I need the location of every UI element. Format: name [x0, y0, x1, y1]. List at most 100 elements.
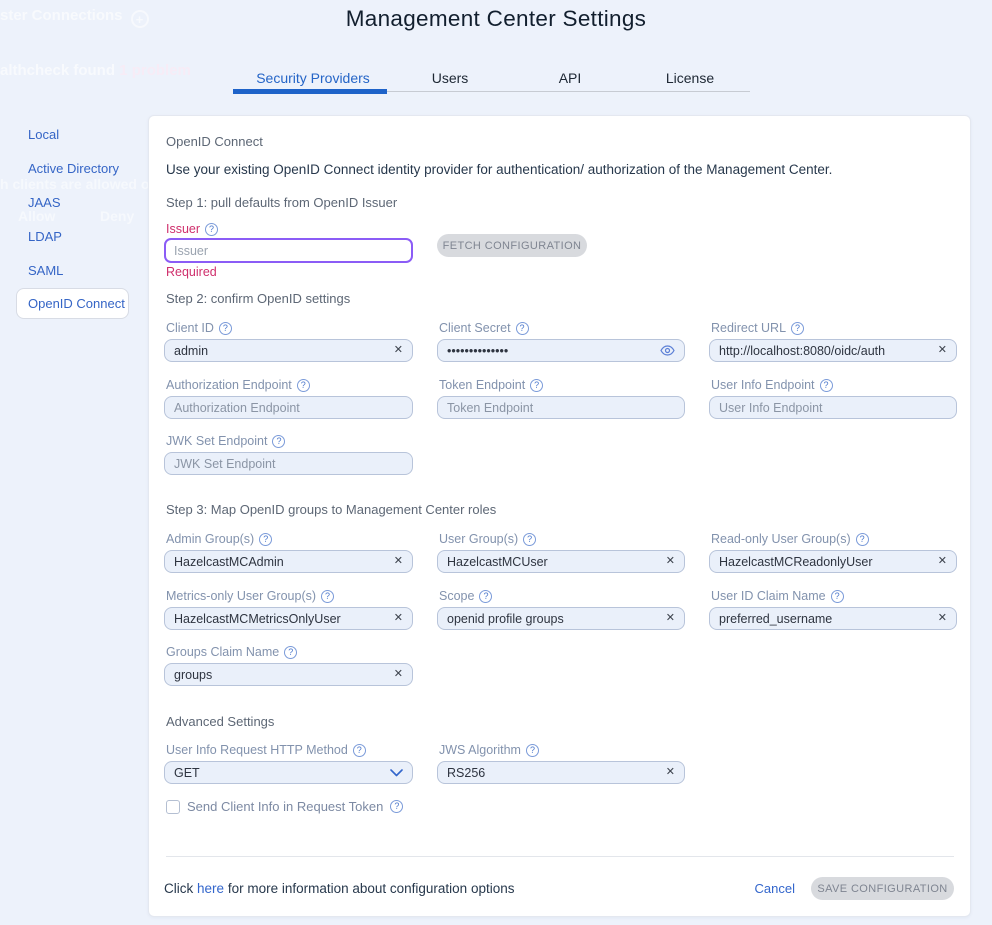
admin-groups-label: Admin Group(s): [166, 532, 254, 546]
help-icon[interactable]: ?: [523, 533, 536, 546]
help-icon[interactable]: ?: [297, 379, 310, 392]
issuer-input[interactable]: [174, 244, 403, 258]
footer-info-text: Click here for more information about co…: [164, 881, 514, 896]
panel-heading: OpenID Connect: [166, 134, 263, 149]
clear-icon[interactable]: ✕: [938, 613, 947, 624]
client-secret-input[interactable]: [447, 344, 654, 358]
clear-icon[interactable]: ✕: [394, 669, 403, 680]
panel-description: Use your existing OpenID Connect identit…: [166, 162, 832, 177]
authorization-endpoint-label: Authorization Endpoint: [166, 378, 292, 392]
help-icon[interactable]: ?: [321, 590, 334, 603]
user-groups-input[interactable]: [447, 555, 660, 569]
clear-icon[interactable]: ✕: [394, 345, 403, 356]
readonly-user-groups-input[interactable]: [719, 555, 932, 569]
send-client-info-row: Send Client Info in Request Token ?: [166, 799, 403, 814]
redirect-url-field: Redirect URL? ✕: [709, 321, 957, 362]
authorization-endpoint-input[interactable]: [174, 401, 403, 415]
clear-icon[interactable]: ✕: [394, 556, 403, 567]
clear-icon[interactable]: ✕: [394, 613, 403, 624]
user-info-endpoint-input[interactable]: [719, 401, 947, 415]
metrics-only-user-groups-field: Metrics-only User Group(s)? ✕: [164, 589, 413, 630]
user-id-claim-name-input[interactable]: [719, 612, 932, 626]
issuer-label-text: Issuer: [166, 222, 200, 236]
send-client-info-checkbox[interactable]: [166, 800, 180, 814]
clear-icon[interactable]: ✕: [666, 767, 675, 778]
help-icon[interactable]: ?: [831, 590, 844, 603]
http-method-value: [174, 766, 384, 780]
groups-claim-name-field: Groups Claim Name? ✕: [164, 645, 413, 686]
fetch-configuration-button[interactable]: FETCH CONFIGURATION: [437, 234, 587, 257]
issuer-label: Issuer ?: [164, 222, 218, 236]
help-icon[interactable]: ?: [530, 379, 543, 392]
sidebar-item-active-directory[interactable]: Active Directory: [0, 151, 148, 185]
groups-claim-name-input[interactable]: [174, 668, 388, 682]
footer-info-suffix: for more information about configuration…: [228, 881, 515, 896]
client-id-label: Client ID: [166, 321, 214, 335]
here-link[interactable]: here: [197, 881, 224, 896]
jwk-set-endpoint-input[interactable]: [174, 457, 403, 471]
jwk-set-endpoint-label: JWK Set Endpoint: [166, 434, 267, 448]
help-icon[interactable]: ?: [259, 533, 272, 546]
client-id-field: Client ID? ✕: [164, 321, 413, 362]
help-icon[interactable]: ?: [205, 223, 218, 236]
authorization-endpoint-field: Authorization Endpoint?: [164, 378, 413, 419]
user-info-request-http-method-field: User Info Request HTTP Method?: [164, 743, 413, 784]
token-endpoint-label: Token Endpoint: [439, 378, 525, 392]
help-icon[interactable]: ?: [390, 800, 403, 813]
step2-heading: Step 2: confirm OpenID settings: [166, 291, 350, 306]
metrics-only-user-groups-input[interactable]: [174, 612, 388, 626]
panel-footer: Click here for more information about co…: [164, 876, 954, 901]
issuer-input-box: [164, 238, 413, 263]
sidebar-item-jaas[interactable]: JAAS: [0, 185, 148, 219]
cancel-button[interactable]: Cancel: [755, 881, 795, 896]
jws-algorithm-input[interactable]: [447, 766, 660, 780]
clear-icon[interactable]: ✕: [666, 556, 675, 567]
tab-api[interactable]: API: [559, 70, 582, 86]
bg-healthcheck-text: althcheck found 1 problem: [0, 62, 191, 79]
token-endpoint-input[interactable]: [447, 401, 675, 415]
user-info-endpoint-label: User Info Endpoint: [711, 378, 815, 392]
admin-groups-input[interactable]: [174, 555, 388, 569]
chevron-down-icon: [390, 769, 403, 777]
help-icon[interactable]: ?: [526, 744, 539, 757]
help-icon[interactable]: ?: [820, 379, 833, 392]
scope-input[interactable]: [447, 612, 660, 626]
tab-users[interactable]: Users: [432, 70, 469, 86]
client-secret-field: Client Secret?: [437, 321, 685, 362]
help-icon[interactable]: ?: [353, 744, 366, 757]
sidebar-item-openid-connect[interactable]: OpenID Connect: [16, 288, 129, 319]
client-secret-label: Client Secret: [439, 321, 511, 335]
token-endpoint-field: Token Endpoint?: [437, 378, 685, 419]
admin-groups-field: Admin Group(s)? ✕: [164, 532, 413, 573]
readonly-user-groups-field: Read-only User Group(s)? ✕: [709, 532, 957, 573]
readonly-user-groups-label: Read-only User Group(s): [711, 532, 851, 546]
footer-divider: [166, 856, 954, 857]
clear-icon[interactable]: ✕: [938, 345, 947, 356]
http-method-select[interactable]: [164, 761, 413, 784]
sidebar-item-ldap[interactable]: LDAP: [0, 219, 148, 253]
tab-security-providers[interactable]: Security Providers: [256, 70, 370, 86]
clear-icon[interactable]: ✕: [666, 613, 675, 624]
tab-license[interactable]: License: [666, 70, 714, 86]
save-configuration-button[interactable]: SAVE CONFIGURATION: [811, 877, 954, 900]
redirect-url-input[interactable]: [719, 344, 932, 358]
metrics-only-user-groups-label: Metrics-only User Group(s): [166, 589, 316, 603]
client-id-input[interactable]: [174, 344, 388, 358]
help-icon[interactable]: ?: [856, 533, 869, 546]
help-icon[interactable]: ?: [219, 322, 232, 335]
help-icon[interactable]: ?: [479, 590, 492, 603]
scope-field: Scope? ✕: [437, 589, 685, 630]
user-groups-label: User Group(s): [439, 532, 518, 546]
sidebar-item-saml[interactable]: SAML: [0, 253, 148, 287]
scope-label: Scope: [439, 589, 474, 603]
user-info-request-http-method-label: User Info Request HTTP Method: [166, 743, 348, 757]
help-icon[interactable]: ?: [284, 646, 297, 659]
help-icon[interactable]: ?: [791, 322, 804, 335]
help-icon[interactable]: ?: [516, 322, 529, 335]
clear-icon[interactable]: ✕: [938, 556, 947, 567]
jwk-set-endpoint-field: JWK Set Endpoint?: [164, 434, 413, 475]
eye-icon[interactable]: [660, 345, 675, 356]
step1-heading: Step 1: pull defaults from OpenID Issuer: [166, 195, 397, 210]
sidebar-item-local[interactable]: Local: [0, 117, 148, 151]
help-icon[interactable]: ?: [272, 435, 285, 448]
